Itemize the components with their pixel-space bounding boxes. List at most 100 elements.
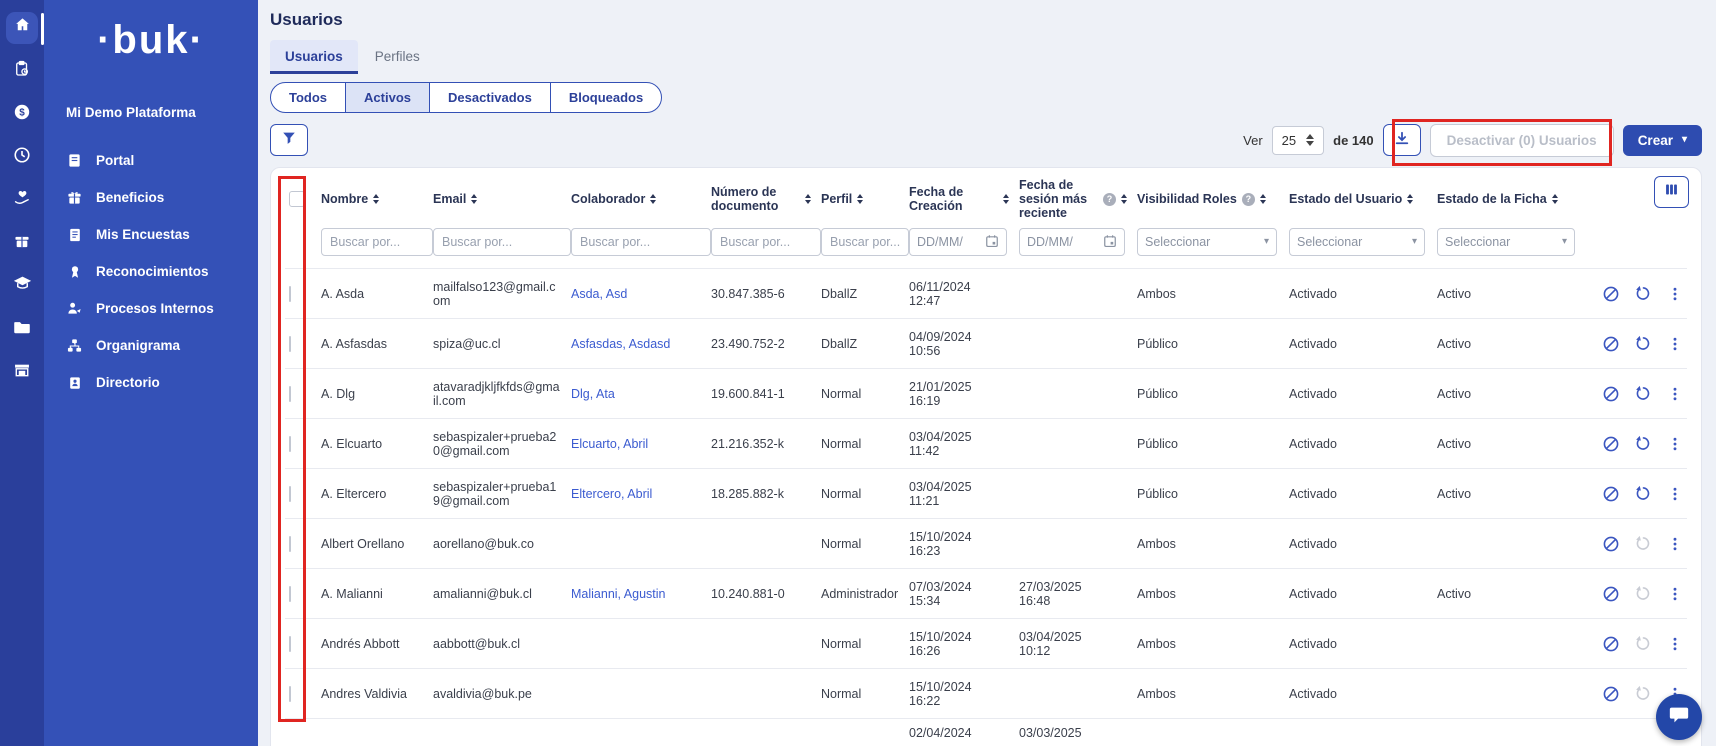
collaborator-link[interactable]: Dlg, Ata	[571, 387, 615, 401]
sort-icon[interactable]	[857, 194, 863, 204]
row-checkbox[interactable]	[289, 486, 291, 502]
rail-clipboard-clock-button[interactable]	[6, 55, 38, 87]
column-header-fecha_sesion[interactable]: Fecha de sesión más reciente?	[1019, 178, 1137, 220]
row-checkbox[interactable]	[289, 386, 291, 402]
sidebar-item-portal[interactable]: Portal	[44, 142, 258, 179]
column-header-perfil[interactable]: Perfil	[821, 192, 909, 206]
filter-input-documento[interactable]	[711, 228, 821, 256]
rail-hand-heart-button[interactable]	[6, 184, 38, 216]
chat-fab-button[interactable]	[1656, 694, 1702, 740]
row-menu-icon[interactable]	[1667, 436, 1683, 452]
chip-desactivados[interactable]: Desactivados	[429, 83, 550, 112]
sidebar-item-directorio[interactable]: Directorio	[44, 364, 258, 401]
cell-fecha-creacion: 15/10/202416:23	[909, 530, 1019, 558]
sidebar-item-organigrama[interactable]: Organigrama	[44, 327, 258, 364]
tab-usuarios[interactable]: Usuarios	[270, 40, 358, 74]
reset-password-icon[interactable]	[1635, 285, 1652, 302]
block-user-icon[interactable]	[1602, 285, 1620, 303]
block-user-icon[interactable]	[1602, 685, 1620, 703]
filter-input-email[interactable]	[433, 228, 571, 256]
sort-icon[interactable]	[471, 194, 477, 204]
sort-icon[interactable]	[650, 194, 656, 204]
create-button[interactable]: Crear ▾	[1623, 125, 1702, 156]
page-size-select[interactable]: 25	[1272, 126, 1324, 155]
deactivate-users-button[interactable]: Desactivar (0) Usuarios	[1430, 124, 1614, 157]
block-user-icon[interactable]	[1602, 485, 1620, 503]
block-user-icon[interactable]	[1602, 335, 1620, 353]
filter-date-fecha_sesion[interactable]: DD/MM/	[1019, 228, 1125, 256]
collaborator-link[interactable]: Eltercero, Abril	[571, 487, 652, 501]
tab-perfiles[interactable]: Perfiles	[360, 40, 435, 74]
filter-date-fecha_creacion[interactable]: DD/MM/	[909, 228, 1007, 256]
sidebar-item-procesos-internos[interactable]: Procesos Internos	[44, 290, 258, 327]
sidebar-item-mis-encuestas[interactable]: Mis Encuestas	[44, 216, 258, 253]
rail-gift-box-button[interactable]	[6, 227, 38, 259]
block-user-icon[interactable]	[1602, 385, 1620, 403]
filter-input-nombre[interactable]	[321, 228, 433, 256]
filter-button[interactable]	[270, 124, 308, 156]
chip-todos[interactable]: Todos	[271, 83, 345, 112]
sort-icon[interactable]	[1121, 194, 1127, 204]
collaborator-link[interactable]: Elcuarto, Abril	[571, 437, 648, 451]
sidebar-item-reconocimientos[interactable]: Reconocimientos	[44, 253, 258, 290]
row-checkbox[interactable]	[289, 636, 291, 652]
column-header-visibilidad[interactable]: Visibilidad Roles?	[1137, 192, 1289, 206]
sort-icon[interactable]	[373, 194, 379, 204]
rail-home-button[interactable]	[6, 12, 38, 44]
block-user-icon[interactable]	[1602, 635, 1620, 653]
collaborator-link[interactable]: Malianni, Agustin	[571, 587, 666, 601]
collaborator-link[interactable]: Asfasdas, Asdasd	[571, 337, 670, 351]
rail-dollar-button[interactable]: $	[6, 98, 38, 130]
collaborator-link[interactable]: Asda, Asd	[571, 287, 627, 301]
row-checkbox[interactable]	[289, 536, 291, 552]
row-menu-icon[interactable]	[1667, 286, 1683, 302]
row-menu-icon[interactable]	[1667, 636, 1683, 652]
sort-icon[interactable]	[1407, 194, 1413, 204]
row-checkbox[interactable]	[289, 286, 291, 302]
chip-activos[interactable]: Activos	[345, 83, 429, 112]
select-all-checkbox[interactable]	[289, 191, 305, 207]
filter-select-estado_usuario[interactable]: Seleccionar▾	[1289, 228, 1425, 256]
block-user-icon[interactable]	[1602, 535, 1620, 553]
filter-input-perfil[interactable]	[821, 228, 909, 256]
column-settings-button[interactable]	[1654, 176, 1689, 208]
row-checkbox[interactable]	[289, 686, 291, 702]
sort-icon[interactable]	[1260, 194, 1266, 204]
row-menu-icon[interactable]	[1667, 586, 1683, 602]
block-user-icon[interactable]	[1602, 585, 1620, 603]
rail-folder-button[interactable]	[6, 313, 38, 345]
column-header-estado_usuario[interactable]: Estado del Usuario	[1289, 192, 1437, 206]
rail-clock-button[interactable]	[6, 141, 38, 173]
rail-graduation-cap-button[interactable]	[6, 270, 38, 302]
column-header-nombre[interactable]: Nombre	[321, 192, 433, 206]
row-menu-icon[interactable]	[1667, 536, 1683, 552]
column-header-documento[interactable]: Número de documento	[711, 185, 821, 213]
chip-bloqueados[interactable]: Bloqueados	[550, 83, 661, 112]
sort-icon[interactable]	[1003, 194, 1009, 204]
row-menu-icon[interactable]	[1667, 486, 1683, 502]
help-icon[interactable]: ?	[1242, 193, 1255, 206]
row-checkbox[interactable]	[289, 586, 291, 602]
row-checkbox[interactable]	[289, 436, 291, 452]
sidebar-item-beneficios[interactable]: Beneficios	[44, 179, 258, 216]
reset-password-icon[interactable]	[1635, 435, 1652, 452]
rail-storefront-button[interactable]	[6, 356, 38, 388]
row-menu-icon[interactable]	[1667, 386, 1683, 402]
filter-select-estado_ficha[interactable]: Seleccionar▾	[1437, 228, 1575, 256]
reset-password-icon[interactable]	[1635, 485, 1652, 502]
row-menu-icon[interactable]	[1667, 336, 1683, 352]
column-header-email[interactable]: Email	[433, 192, 571, 206]
filter-select-visibilidad[interactable]: Seleccionar▾	[1137, 228, 1277, 256]
filter-input-colaborador[interactable]	[571, 228, 711, 256]
column-header-estado_ficha[interactable]: Estado de la Ficha	[1437, 192, 1587, 206]
help-icon[interactable]: ?	[1103, 193, 1116, 206]
column-header-colaborador[interactable]: Colaborador	[571, 192, 711, 206]
reset-password-icon[interactable]	[1635, 335, 1652, 352]
reset-password-icon[interactable]	[1635, 385, 1652, 402]
column-header-fecha_creacion[interactable]: Fecha de Creación	[909, 185, 1019, 213]
row-checkbox[interactable]	[289, 336, 291, 352]
block-user-icon[interactable]	[1602, 435, 1620, 453]
sort-icon[interactable]	[1552, 194, 1558, 204]
sort-icon[interactable]	[805, 194, 811, 204]
export-button[interactable]	[1383, 124, 1421, 156]
